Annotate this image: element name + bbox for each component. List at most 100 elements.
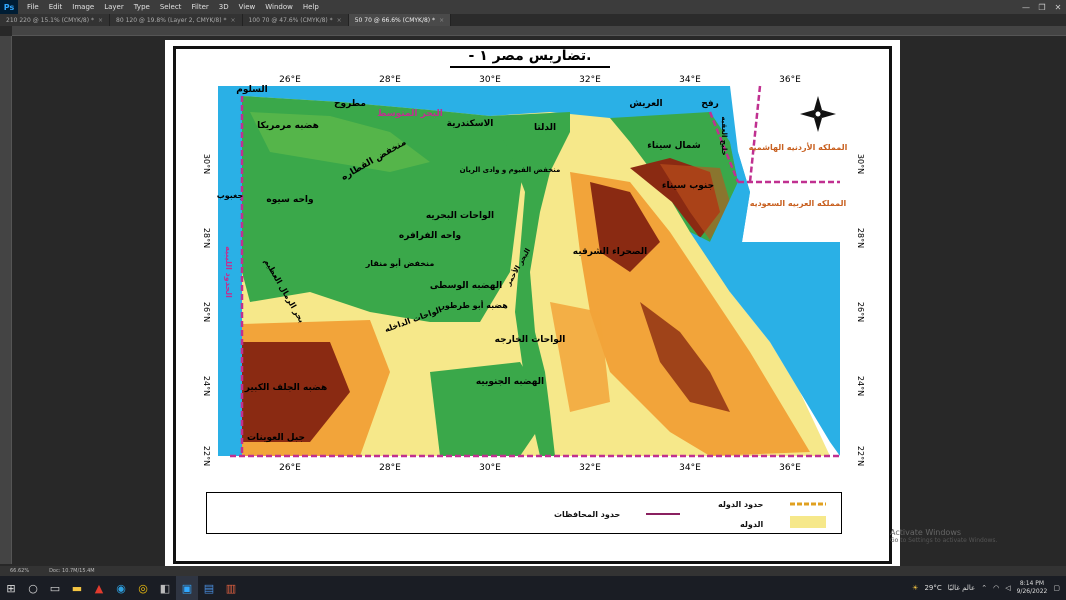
close-icon[interactable]: × — [337, 17, 342, 24]
label-abu-minqar: منخفض أبو منقار — [365, 258, 435, 269]
lat-label-left: 22°N — [202, 446, 211, 466]
lon-label-top: 28°E — [379, 75, 401, 85]
doc-size[interactable]: Doc: 10.7M/15.4M — [49, 568, 95, 574]
map-title: - تضاريس مصر ١. — [468, 48, 592, 64]
close-icon[interactable]: × — [439, 17, 444, 24]
windows-taskbar: ⊞ ○ ▭ ▬ ▲ ◉ ◎ ◧ ▣ ▤ ▥ ☀ 29°C عالم غالبًا… — [0, 576, 1066, 600]
close-icon[interactable]: × — [230, 17, 235, 24]
volume-icon[interactable]: ◁ — [1005, 584, 1010, 592]
document-tabs: 210 220 @ 15.1% (CMYK/8) * × 80 120 @ 19.… — [0, 14, 1066, 26]
word-icon[interactable]: ▤ — [198, 576, 220, 600]
lat-label-right: 30°N — [856, 154, 865, 174]
activate-windows-watermark: Activate Windows Go to Settings to activ… — [890, 528, 998, 544]
zoom-level[interactable]: 66.62% — [10, 568, 29, 574]
lat-label-right: 28°N — [856, 228, 865, 248]
menu-bar: Ps File Edit Image Layer Type Select Fil… — [0, 0, 1066, 14]
label-mediterranean: البحر المتوسط — [377, 109, 443, 119]
status-bar: 66.62% Doc: 10.7M/15.4M — [0, 566, 1066, 576]
lon-label-top: 30°E — [479, 75, 501, 85]
label-gilf-kebir: هضبه الجلف الكبير — [244, 383, 328, 393]
menu-image[interactable]: Image — [67, 3, 99, 11]
label-uweinat: جبل العوينات — [247, 433, 305, 443]
photoshop-window: Ps File Edit Image Layer Type Select Fil… — [0, 0, 1066, 600]
label-jordan: المملكه الأردنيه الهاشميه — [749, 142, 848, 152]
weather-icon[interactable]: ☀ — [912, 584, 918, 592]
menu-layer[interactable]: Layer — [99, 3, 129, 11]
search-icon[interactable]: ○ — [22, 576, 44, 600]
lon-label-top: 36°E — [779, 75, 801, 85]
photoshop-taskbar-icon[interactable]: ▣ — [176, 576, 198, 600]
maximize-button[interactable]: ❐ — [1034, 0, 1050, 14]
vertical-ruler[interactable] — [0, 36, 12, 564]
media-icon[interactable]: ◧ — [154, 576, 176, 600]
start-icon[interactable]: ⊞ — [0, 576, 22, 600]
window-controls: — ❐ ✕ — [1018, 0, 1066, 14]
label-matruh: مطروح — [334, 99, 366, 109]
label-marmarica: هضبه مرمريكا — [257, 121, 319, 131]
menu-filter[interactable]: Filter — [186, 3, 213, 11]
chrome-icon[interactable]: ◎ — [132, 576, 154, 600]
task-view-icon[interactable]: ▭ — [44, 576, 66, 600]
menu-edit[interactable]: Edit — [44, 3, 68, 11]
menu-type[interactable]: Type — [129, 3, 155, 11]
label-rafah: رفح — [701, 99, 719, 109]
lat-label-right: 24°N — [856, 376, 865, 396]
label-libya-border: الحدود الليبيه — [224, 246, 233, 298]
system-tray: ☀ 29°C عالم غالبًا ⌃ ◠ ◁ 8:14 PM 9/26/20… — [912, 580, 1066, 596]
horizontal-ruler[interactable] — [12, 26, 1066, 36]
lat-label-left: 26°N — [202, 302, 211, 322]
pdf-reader-icon[interactable]: ▲ — [88, 576, 110, 600]
menu-help[interactable]: Help — [298, 3, 324, 11]
notification-icon[interactable]: ▢ — [1053, 584, 1060, 592]
tab-document-2[interactable]: 80 120 @ 19.8% (Layer 2, CMYK/8) * × — [110, 14, 243, 26]
label-central-plateau: الهضبه الوسطى — [430, 281, 502, 291]
label-south-sinai: جنوب سيناء — [662, 181, 714, 191]
clock[interactable]: 8:14 PM 9/26/2022 — [1017, 580, 1048, 596]
network-icon[interactable]: ◠ — [993, 584, 999, 592]
lon-label-bottom: 36°E — [779, 463, 801, 473]
legend-state-swatch — [790, 516, 826, 528]
label-kharga: الواحات الخارجه — [495, 335, 566, 345]
minimize-button[interactable]: — — [1018, 0, 1034, 14]
lat-label-left: 30°N — [202, 154, 211, 174]
menu-select[interactable]: Select — [155, 3, 187, 11]
relief-map: 26°E 28°E 30°E 32°E 34°E 36°E 26°E 28°E … — [190, 72, 876, 476]
weather-temp[interactable]: 29°C — [924, 584, 941, 592]
lon-label-bottom: 26°E — [279, 463, 301, 473]
menu-window[interactable]: Window — [260, 3, 298, 11]
lon-label-top: 34°E — [679, 75, 701, 85]
label-southern-plateau: الهضبه الجنوبيه — [476, 377, 544, 387]
label-jaghbub: جغبوب — [217, 191, 244, 200]
close-icon[interactable]: × — [98, 17, 103, 24]
close-button[interactable]: ✕ — [1050, 0, 1066, 14]
label-alexandria: الاسكندرية — [447, 119, 494, 129]
label-delta: الدلتا — [534, 123, 556, 133]
tab-document-4[interactable]: 50 70 @ 66.6% (CMYK/8) * × — [348, 14, 452, 26]
legend-governorate-border-label: حدود المحافظات — [554, 510, 621, 519]
label-north-sinai: شمال سيناء — [647, 141, 701, 151]
edge-icon[interactable]: ◉ — [110, 576, 132, 600]
app-icon[interactable]: ▥ — [220, 576, 242, 600]
lat-label-left: 28°N — [202, 228, 211, 248]
lon-label-bottom: 28°E — [379, 463, 401, 473]
lon-label-bottom: 30°E — [479, 463, 501, 473]
lat-label-right: 22°N — [856, 446, 865, 466]
photoshop-logo: Ps — [0, 0, 18, 14]
label-abu-tartur: هضبه أبو طرطور — [439, 300, 508, 310]
chevron-up-icon[interactable]: ⌃ — [981, 584, 987, 592]
lon-label-bottom: 34°E — [679, 463, 701, 473]
file-explorer-icon[interactable]: ▬ — [66, 576, 88, 600]
label-eastern-desert: الصحراء الشرقيه — [573, 247, 647, 257]
menu-view[interactable]: View — [234, 3, 261, 11]
news-text[interactable]: عالم غالبًا — [948, 584, 976, 592]
title-underline — [450, 66, 610, 68]
tab-document-1[interactable]: 210 220 @ 15.1% (CMYK/8) * × — [0, 14, 111, 26]
menu-file[interactable]: File — [22, 3, 44, 11]
label-fayoum: منخفض الفيوم و وادى الريان — [460, 166, 561, 174]
label-siwa: واحه سيوه — [266, 195, 313, 205]
legend-state-label: الدوله — [740, 520, 764, 529]
menu-3d[interactable]: 3D — [214, 3, 234, 11]
tab-document-3[interactable]: 100 70 @ 47.6% (CMYK/8) * × — [242, 14, 349, 26]
label-farafra: واحه الفرافره — [399, 231, 461, 241]
label-aqaba: خليج العقبه — [720, 116, 728, 155]
